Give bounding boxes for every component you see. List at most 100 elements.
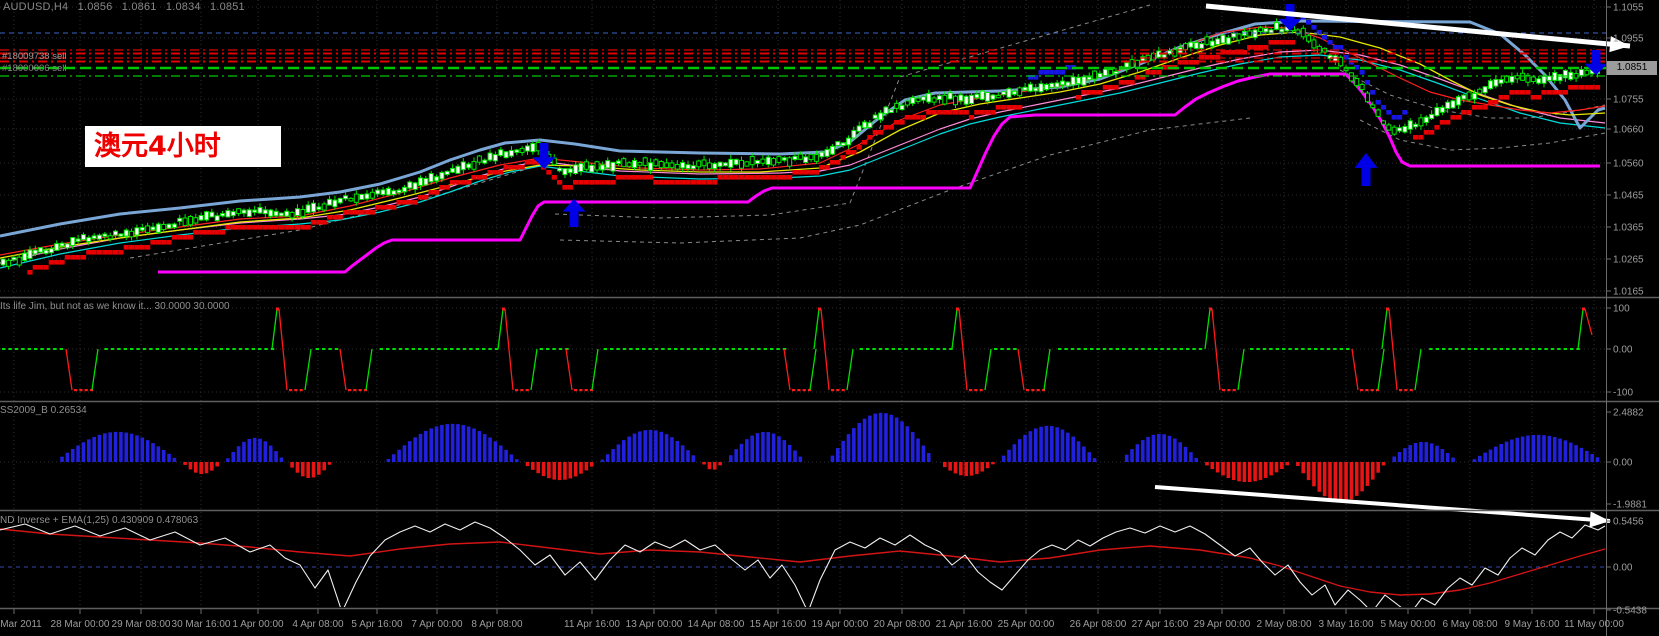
annotation-box[interactable]: 澳元4小时 [85,126,281,167]
chart-canvas[interactable]: 1.10551.09551.08551.07551.06601.05601.04… [0,0,1659,636]
buy-arrow-icon[interactable] [1354,153,1378,186]
histogram-bar-down [953,462,958,474]
candle-body [1231,32,1237,38]
histogram-bar-up [1478,455,1482,462]
candle-body [1434,107,1440,117]
histogram-bar-up [675,440,680,462]
histogram-bar-up [279,457,284,462]
candle-body [327,198,333,206]
histogram-bar-down [573,462,578,477]
momentum-dot [379,348,383,350]
signal-block-red [738,175,745,180]
signal-block-red [59,260,65,265]
histogram-bar-up [1574,445,1578,462]
candle-body [305,204,311,213]
histogram-bar-up [1039,426,1043,462]
momentum-panel-surface[interactable] [2,307,1593,392]
candle-body [990,94,996,100]
signal-block-red [995,105,1001,110]
histogram-bar-up [777,436,781,462]
oscillator-main-line [0,521,1606,607]
price-axis[interactable]: 1.10551.09551.08551.07551.06601.05601.04… [1606,3,1647,617]
signal-block-red [1257,45,1264,50]
signal-block-red [680,180,686,185]
candle-body [840,142,846,147]
time-axis[interactable]: 24 Mar 2011 28 Mar 00:0029 Mar 08:0030 Ma… [0,609,1624,630]
momentum-drop-line [1584,308,1593,336]
histogram-bar-down [1226,462,1231,478]
candle-body [294,208,300,217]
candle-body [1536,78,1542,84]
candle-body [1038,83,1044,93]
momentum-dot [1282,348,1286,350]
annotation-text: 澳元4小时 [94,131,221,162]
candle-body [214,215,220,222]
indicator-label-oscillator: ND Inverse + EMA(1,25) 0.430909 0.478063 [0,515,199,526]
signal-block-red [1086,90,1092,95]
signal-block-red [268,225,274,230]
momentum-dot [680,348,684,350]
momentum-recover-line [91,348,99,391]
signal-block-red [621,175,627,180]
momentum-dot [610,348,614,350]
momentum-dot [1442,348,1446,350]
signal-block-red [744,175,750,180]
signal-block-red [102,250,108,255]
histogram-bar-up [1087,452,1092,462]
histogram-bar-up [172,457,177,462]
histogram-bar-up [456,424,460,462]
oscillator-panel-surface[interactable] [0,521,1606,614]
histogram-bar-up [680,445,685,462]
momentum-dot [1134,348,1139,350]
candle-body [1263,28,1269,33]
signal-block-red [1268,40,1274,45]
signal-block-red [1263,45,1269,50]
signal-block-red [1461,110,1467,115]
signal-block-red [1445,120,1451,125]
oscillator-trendline[interactable] [1154,485,1611,523]
time-axis-label: 11 May 00:00 [1564,619,1624,630]
momentum-dot [661,348,665,350]
signal-block-red [915,115,921,120]
candle-body [1466,91,1472,101]
price-axis-label: 1.0265 [1613,255,1644,266]
candle-body [412,182,418,190]
candle-body [979,90,985,100]
histogram-bar-up [611,449,615,462]
signal-block-red [1097,90,1103,95]
candle-body [1092,70,1098,80]
histogram-bar-up [852,428,856,462]
histogram-bar-up [1183,446,1188,462]
momentum-dot [1269,348,1273,350]
price-low: 1.0834 [165,1,201,13]
candle-body [701,159,707,167]
histogram-bar-up [793,450,797,462]
indicator-axis-label: 100 [1613,304,1630,315]
signal-block-red [792,170,798,175]
histogram-panel-surface[interactable] [60,412,1600,502]
momentum-dot [898,348,902,350]
signal-block-red [803,170,809,175]
histogram-bar-up [1194,457,1199,462]
candle-body [1065,81,1071,87]
histogram-bar-up [643,430,647,462]
momentum-dot [1262,348,1267,350]
indicator-axis-label: 2.4882 [1613,408,1644,419]
signal-block-blue [1391,115,1397,120]
momentum-dot-low [294,389,298,392]
histogram-bar-up [1162,434,1166,462]
signal-block-red [642,175,648,180]
signal-block-red [203,230,210,235]
signal-block-red [610,180,616,185]
signal-block-red [647,175,654,180]
candle-body [728,158,734,168]
momentum-recover-line [304,348,312,391]
candle-body [1386,124,1392,131]
histogram-bar-up [1146,436,1150,462]
candle-body [1060,80,1065,86]
signal-block-red [134,245,140,250]
histogram-bar-up [252,437,257,462]
momentum-dot [616,348,620,350]
signal-block-red [664,180,670,185]
candle-body [343,195,349,200]
